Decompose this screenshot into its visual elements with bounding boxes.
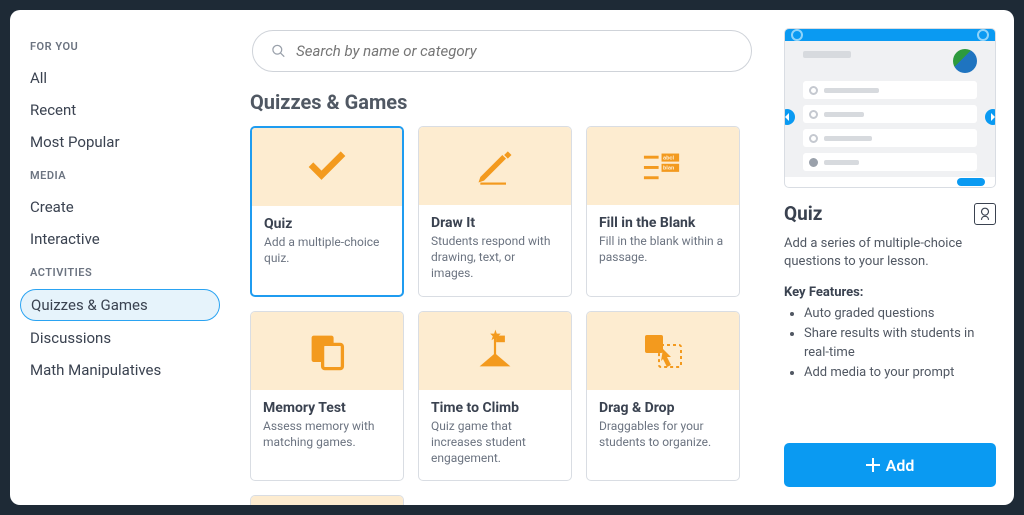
add-button[interactable]: Add — [784, 443, 996, 487]
card-desc: Fill in the blank within a passage. — [599, 233, 727, 265]
drag-icon — [641, 329, 685, 373]
card-desc: Quiz game that increases student engagem… — [431, 418, 559, 467]
nav-recent[interactable]: Recent — [20, 95, 220, 125]
plus-icon — [866, 458, 880, 472]
add-button-label: Add — [886, 456, 915, 475]
activity-preview — [784, 28, 996, 188]
activity-picker-modal: FOR YOU All Recent Most Popular MEDIA Cr… — [10, 10, 1014, 505]
section-header-for-you: FOR YOU — [30, 40, 210, 53]
prev-arrow-icon — [784, 109, 795, 125]
card-draw-it[interactable]: Draw It Students respond with drawing, t… — [418, 126, 572, 297]
nav-interactive[interactable]: Interactive — [20, 224, 220, 254]
avatar — [953, 49, 977, 73]
feature-item: Add media to your prompt — [804, 363, 996, 383]
svg-text:blan: blan — [663, 166, 674, 172]
section-header-activities: ACTIVITIES — [30, 266, 210, 279]
section-header-media: MEDIA — [30, 169, 210, 182]
help-icon — [791, 29, 803, 41]
nav-discussions[interactable]: Discussions — [20, 323, 220, 353]
check-icon — [305, 145, 349, 189]
feature-item: Share results with students in real-time — [804, 324, 996, 363]
card-title: Drag & Drop — [599, 400, 727, 416]
card-drag-drop[interactable]: Drag & Drop Draggables for your students… — [586, 311, 740, 482]
user-icon — [977, 29, 989, 41]
card-time-to-climb[interactable]: Time to Climb Quiz game that increases s… — [418, 311, 572, 482]
info-badge-icon — [974, 203, 996, 225]
card-desc: Assess memory with matching games. — [263, 418, 391, 450]
detail-desc: Add a series of multiple-choice question… — [784, 235, 996, 271]
memory-icon — [305, 329, 349, 373]
nav-create[interactable]: Create — [20, 192, 220, 222]
search-input[interactable] — [296, 42, 733, 60]
card-quiz[interactable]: Quiz Add a multiple-choice quiz. — [250, 126, 404, 297]
key-features-label: Key Features: — [784, 285, 996, 300]
card-title: Fill in the Blank — [599, 215, 727, 231]
card-desc: Draggables for your students to organize… — [599, 418, 727, 450]
card-title: Time to Climb — [431, 400, 559, 416]
nav-quizzes-games[interactable]: Quizzes & Games — [20, 289, 220, 321]
cards-scroll[interactable]: Quiz Add a multiple-choice quiz. Draw It… — [250, 126, 754, 505]
search-input-wrap[interactable] — [252, 30, 752, 72]
card-desc: Add a multiple-choice quiz. — [264, 234, 390, 266]
card-memory-test[interactable]: Memory Test Assess memory with matching … — [250, 311, 404, 482]
flag-icon — [473, 329, 517, 373]
card-desc: Students respond with drawing, text, or … — [431, 233, 559, 282]
pencil-icon — [473, 144, 517, 188]
card-partial[interactable]: a — [250, 495, 404, 505]
svg-text:abcl: abcl — [663, 155, 674, 161]
card-title: Quiz — [264, 216, 390, 232]
sidebar: FOR YOU All Recent Most Popular MEDIA Cr… — [10, 10, 230, 505]
blank-icon: abcl blan — [641, 144, 685, 188]
nav-math-manipulatives[interactable]: Math Manipulatives — [20, 355, 220, 385]
feature-item: Auto graded questions — [804, 304, 996, 324]
main-panel: Quizzes & Games Quiz Add a multiple-choi… — [230, 10, 774, 505]
card-title: Draw It — [431, 215, 559, 231]
main-title: Quizzes & Games — [250, 90, 754, 114]
card-fill-blank[interactable]: abcl blan Fill in the Blank Fill in the b… — [586, 126, 740, 297]
nav-most-popular[interactable]: Most Popular — [20, 127, 220, 157]
card-title: Memory Test — [263, 400, 391, 416]
search-icon — [271, 43, 286, 59]
feature-list: Auto graded questions Share results with… — [784, 304, 996, 382]
detail-title: Quiz — [784, 202, 822, 225]
detail-panel: Quiz Add a series of multiple-choice que… — [774, 10, 1014, 505]
next-arrow-icon — [985, 109, 996, 125]
nav-all[interactable]: All — [20, 63, 220, 93]
